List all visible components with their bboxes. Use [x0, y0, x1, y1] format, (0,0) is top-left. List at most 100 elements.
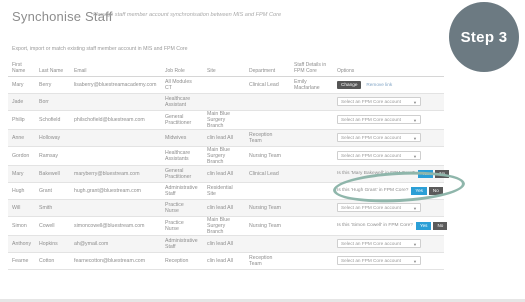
cell-job-role: Healthcare Assistant [161, 93, 203, 111]
cell-department: Nursing Team [245, 216, 290, 236]
change-button[interactable]: Change [337, 80, 362, 89]
cell-department: Reception Team [245, 252, 290, 270]
cell-first-name: Simon [8, 216, 35, 236]
chevron-down-icon: ▼ [413, 206, 417, 211]
cell-department [245, 235, 290, 253]
cell-first-name: Anne [8, 129, 35, 147]
yes-button[interactable]: Yes [415, 221, 432, 230]
table-row: Philip Schofield philschofield@bluestream.… [8, 110, 444, 130]
cell-fpm-details: Emily Macfarlane [290, 76, 333, 94]
select-placeholder: Select an FPM Core account [341, 241, 401, 246]
select-placeholder: Select an FPM Core account [341, 117, 401, 122]
cell-fpm-details [290, 182, 333, 200]
fpm-account-select[interactable]: Select an FPM Core account ▼ [337, 133, 421, 142]
cell-department: Nursing Team [245, 199, 290, 217]
fpm-account-select[interactable]: Select an FPM Core account ▼ [337, 256, 421, 265]
select-placeholder: Select an FPM Core account [341, 153, 401, 158]
table-row: Will Smith Practice Nurse clin lead All Nurs… [8, 199, 444, 217]
table-row: Fearne Cotton fearnecotton@bluestream.com R… [8, 252, 444, 270]
cell-fpm-details [290, 93, 333, 111]
table-row: Hugh Grant hugh.grant@bluestream.com Admini… [8, 182, 444, 200]
fpm-account-select[interactable]: Select an FPM Core account ▼ [337, 115, 421, 124]
cell-department: Clinical Lead [245, 76, 290, 94]
chevron-down-icon: ▼ [413, 154, 417, 159]
page-description: Export, import or match existing staff m… [12, 46, 188, 52]
select-placeholder: Select an FPM Core account [341, 135, 401, 140]
fpm-account-select[interactable]: Select an FPM Core account ▼ [337, 239, 421, 248]
cell-options: Is this 'Simon Cowell' in FPM Core? Yes No [333, 216, 448, 236]
cell-options: Select an FPM Core account ▼ [333, 235, 444, 253]
cell-site: Residential Site [203, 182, 245, 200]
no-button[interactable]: No [435, 169, 450, 178]
cell-first-name: Anthony [8, 235, 35, 253]
cell-first-name: Fearne [8, 252, 35, 270]
no-button[interactable]: No [433, 221, 448, 230]
table-row: Gordon Ramsay Healthcare Assistants Main Bl… [8, 146, 444, 166]
yes-button[interactable]: Yes [417, 169, 434, 178]
fpm-account-select[interactable]: Select an FPM Core account ▼ [337, 151, 421, 160]
cell-job-role: Practice Nurse [161, 199, 203, 217]
fpm-account-select[interactable]: Select an FPM Core account ▼ [337, 203, 421, 212]
cell-email [70, 146, 161, 166]
remove-link[interactable]: Remove link [366, 82, 392, 88]
cell-email: philschofield@bluestream.com [70, 110, 161, 130]
fpm-account-select[interactable]: Select an FPM Core account ▼ [337, 97, 421, 106]
cell-last-name: Cowell [35, 216, 70, 236]
table-row: Mary Berry lisaberry@bluestreamacademy.com… [8, 76, 444, 94]
yes-button[interactable]: Yes [411, 186, 427, 195]
chevron-down-icon: ▼ [413, 242, 417, 247]
cell-email: maryberry@bluestream.com [70, 165, 161, 183]
cell-site: clin lead All [203, 199, 245, 217]
cell-email [70, 93, 161, 111]
cell-email: fearnecotton@bluestream.com [70, 252, 161, 270]
match-question: Is this 'Mary Bakewell' in FPM Core? [337, 170, 415, 176]
cell-email [70, 199, 161, 217]
cell-first-name: Mary [8, 76, 35, 94]
cell-first-name: Will [8, 199, 35, 217]
cell-fpm-details [290, 146, 333, 166]
col-email: Email [70, 59, 161, 77]
cell-options: Select an FPM Core account ▼ [333, 129, 444, 147]
cell-job-role: General Practitioner [161, 110, 203, 130]
table-row: Mary Bakewell maryberry@bluestream.com Gene… [8, 165, 450, 183]
cell-last-name: Hopkins [35, 235, 70, 253]
cell-department [245, 93, 290, 111]
match-question: Is this 'Hugh Grant' in FPM Core? [337, 187, 409, 193]
select-placeholder: Select an FPM Core account [341, 205, 401, 210]
cell-fpm-details [290, 165, 333, 183]
no-button[interactable]: No [428, 186, 443, 195]
cell-job-role: General Practitioner [161, 165, 203, 183]
cell-first-name: Philip [8, 110, 35, 130]
cell-options: Is this 'Mary Bakewell' in FPM Core? Yes N… [333, 165, 450, 183]
cell-options: Select an FPM Core account ▼ [333, 110, 444, 130]
cell-options: Select an FPM Core account ▼ [333, 199, 444, 217]
select-placeholder: Select an FPM Core account [341, 99, 401, 104]
cell-email [70, 129, 161, 147]
cell-site: Main Blue Surgery Branch [203, 110, 245, 130]
cell-last-name: Smith [35, 199, 70, 217]
cell-last-name: Cotton [35, 252, 70, 270]
col-options: Options [333, 59, 444, 77]
cell-first-name: Gordon [8, 146, 35, 166]
cell-fpm-details [290, 235, 333, 253]
cell-fpm-details [290, 199, 333, 217]
cell-last-name: Berry [35, 76, 70, 94]
cell-first-name: Jade [8, 93, 35, 111]
cell-first-name: Mary [8, 165, 35, 183]
cell-department: Nursing Team [245, 146, 290, 166]
cell-site: Main Blue Surgery Branch [203, 216, 245, 236]
cell-department [245, 110, 290, 130]
cell-last-name: Grant [35, 182, 70, 200]
cell-job-role: Reception [161, 252, 203, 270]
chevron-down-icon: ▼ [413, 118, 417, 123]
cell-last-name: Schofield [35, 110, 70, 130]
table-row: Jade Borr Healthcare Assistant Select an FP… [8, 93, 444, 111]
table-row: Anthony Hopkins ah@ymail.com Administrative… [8, 235, 444, 253]
step-badge: Step 3 [449, 2, 519, 72]
cell-options: Select an FPM Core account ▼ [333, 146, 444, 166]
cell-job-role: All Modules CT [161, 76, 203, 94]
cell-fpm-details [290, 216, 333, 236]
cell-site [203, 93, 245, 111]
cell-fpm-details [290, 252, 333, 270]
cell-site: clin lead All [203, 252, 245, 270]
